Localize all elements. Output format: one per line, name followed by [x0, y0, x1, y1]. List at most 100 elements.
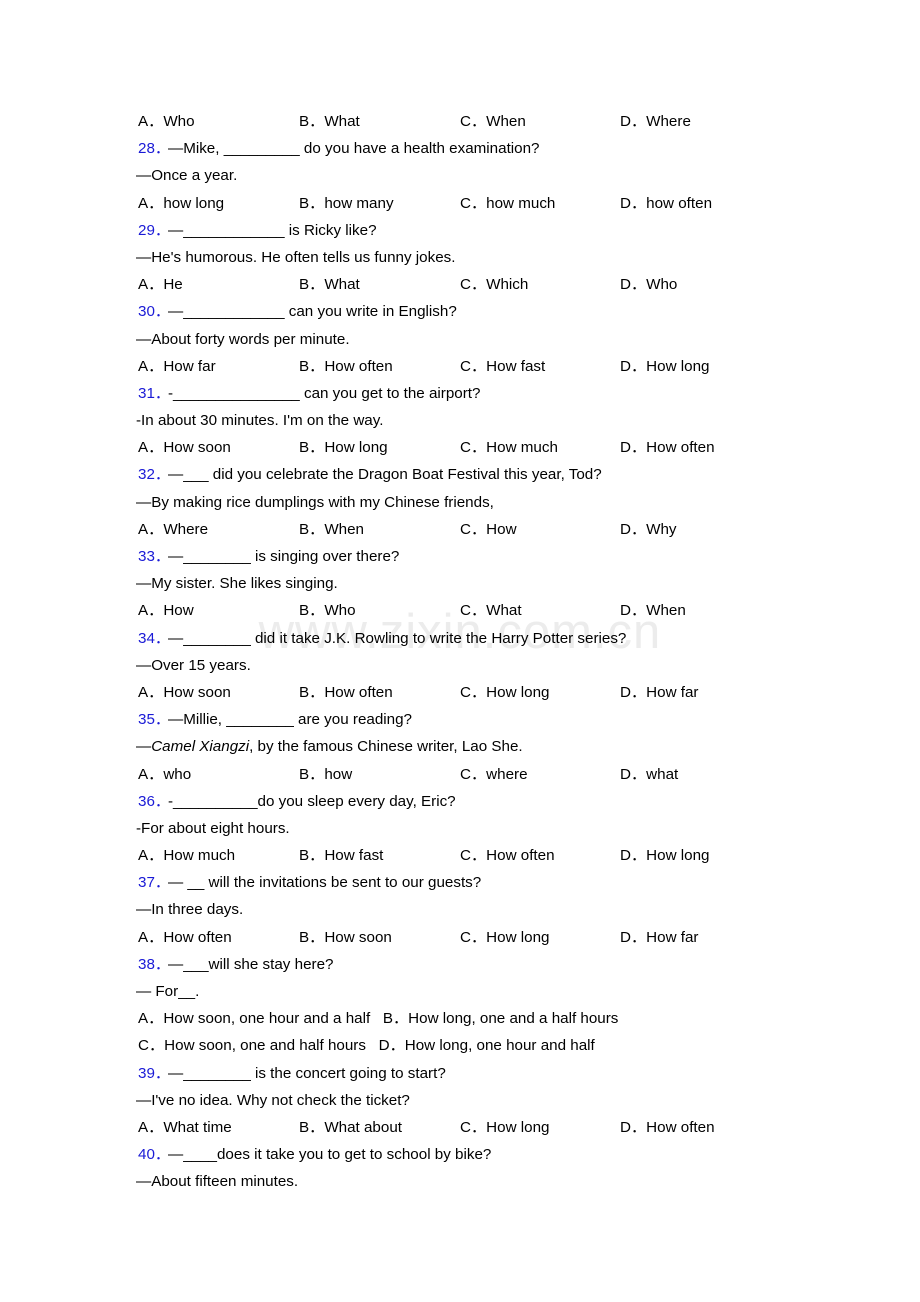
option-a: A．How soon — [138, 439, 231, 457]
question-reply: —In three days. — [136, 901, 244, 919]
question-number: 39． — [138, 1064, 171, 1082]
option-d: D．How often — [620, 1118, 715, 1136]
option-d: D．Who — [620, 276, 678, 294]
option-d: D．how often — [620, 194, 713, 212]
question-reply: —Over 15 years. — [136, 656, 251, 674]
question-stem: 30．—____________ can you write in Englis… — [0, 298, 920, 325]
option-a: A．What time — [138, 1118, 232, 1136]
question-stem: 33．—________ is singing over there? — [0, 543, 920, 570]
option-d: D．When — [620, 602, 686, 620]
options-row: A．how long B．how many C．how much D．how o… — [0, 190, 920, 217]
option-b: B．How often — [299, 357, 393, 375]
option-c: C．What — [460, 602, 522, 620]
reply-prefix: — — [136, 738, 152, 756]
option-a: A．how long — [138, 194, 225, 212]
option-c: C．how much — [460, 194, 556, 212]
question-text: —____________ can you write in English? — [168, 303, 457, 321]
options-row: A．How soon B．How long C．How much D．How o… — [0, 434, 920, 461]
question-reply: —Once a year. — [136, 167, 238, 185]
option-a: A．How soon — [138, 683, 231, 701]
option-b: B．What about — [299, 1118, 402, 1136]
option-b: B．How often — [299, 683, 393, 701]
option-d: D．Why — [620, 520, 677, 538]
question-text: —Mike, _________ do you have a health ex… — [168, 140, 540, 158]
options-row: A．Who B．What C．When D．Where — [0, 108, 920, 135]
question-text: — __ will the invitations be sent to our… — [168, 874, 482, 892]
question-text: —____________ is Ricky like? — [168, 221, 377, 239]
question-number: 33． — [138, 548, 171, 565]
option-a: A．Who — [138, 113, 195, 130]
option-d: D．How often — [620, 439, 715, 457]
question-reply: —About fifteen minutes. — [136, 1173, 299, 1191]
option-c: C．How — [460, 520, 517, 538]
option-b: B．Who — [299, 602, 356, 620]
question-reply: —He's humorous. He often tells us funny … — [136, 248, 456, 266]
option-a: A．How far — [138, 357, 216, 375]
question-stem: 31．-_______________ can you get to the a… — [0, 380, 920, 407]
options-row: A．who B．how C．where D．what — [0, 761, 920, 788]
question-number: 38． — [138, 955, 171, 973]
question-stem: 28．—Mike, _________ do you have a health… — [0, 135, 920, 162]
option-b: B．How fast — [299, 847, 384, 865]
options-row-cd: C．How soon, one and half hours D．How lon… — [138, 1037, 595, 1055]
option-a: A．How often — [138, 928, 232, 946]
options-row: A．How much B．How fast C．How often D．How … — [0, 842, 920, 869]
question-reply: —I've no idea. Why not check the ticket? — [136, 1091, 410, 1109]
question-reply: -For about eight hours. — [136, 819, 290, 837]
question-stem: 34．—________ did it take J.K. Rowling to… — [0, 625, 920, 652]
option-b: B．When — [299, 520, 364, 538]
question-text: —___ did you celebrate the Dragon Boat F… — [168, 466, 602, 484]
question-reply: —By making rice dumplings with my Chines… — [136, 493, 494, 511]
option-d: D．How long — [620, 847, 710, 865]
option-d: D．Where — [620, 113, 691, 130]
question-text: —________ did it take J.K. Rowling to wr… — [168, 629, 627, 647]
question-stem: 36．-__________do you sleep every day, Er… — [0, 788, 920, 815]
question-number: 36． — [138, 792, 171, 810]
question-stem: 37．— __ will the invitations be sent to … — [0, 869, 920, 896]
question-number: 35． — [138, 711, 171, 729]
option-d: D．How long — [620, 357, 710, 375]
option-d: D．How far — [620, 683, 699, 701]
option-c: C．When — [460, 113, 526, 130]
question-stem: 39．—________ is the concert going to sta… — [0, 1060, 920, 1087]
option-c: C．Which — [460, 276, 529, 294]
option-c: C．How often — [460, 847, 555, 865]
option-c: C．How long — [460, 683, 550, 701]
question-reply: —Camel Xiangzi, by the famous Chinese wr… — [0, 733, 920, 760]
question-number: 30． — [138, 303, 171, 321]
option-c: C．How long — [460, 1118, 550, 1136]
question-text: —________ is singing over there? — [168, 548, 400, 565]
document-page: A．Who B．What C．When D．Where 28．—Mike, __… — [0, 0, 920, 1196]
question-reply: -In about 30 minutes. I'm on the way. — [136, 412, 384, 430]
options-row: A．What time B．What about C．How long D．Ho… — [0, 1114, 920, 1141]
option-a: A．He — [138, 276, 183, 294]
options-row: A．He B．What C．Which D．Who — [0, 271, 920, 298]
options-row: A．How often B．How soon C．How long D．How … — [0, 924, 920, 951]
question-number: 34． — [138, 629, 171, 647]
question-reply: —My sister. She likes singing. — [136, 575, 338, 593]
option-d: D．what — [620, 765, 679, 783]
options-row: A．How B．Who C．What D．When — [0, 597, 920, 624]
option-c: C．where — [460, 765, 528, 783]
option-a: A．How much — [138, 847, 236, 865]
question-reply: — For__. — [136, 983, 200, 1000]
option-b: B．What — [299, 276, 360, 294]
question-number: 32． — [138, 466, 171, 484]
question-number: 31． — [138, 384, 171, 402]
question-text: -__________do you sleep every day, Eric? — [168, 792, 456, 810]
options-row: A．How soon B．How often C．How long D．How … — [0, 679, 920, 706]
options-row: A．How far B．How often C．How fast D．How l… — [0, 353, 920, 380]
question-stem: 32．—___ did you celebrate the Dragon Boa… — [0, 461, 920, 488]
reply-suffix: , by the famous Chinese writer, Lao She. — [249, 738, 523, 756]
question-text: —Millie, ________ are you reading? — [168, 711, 413, 729]
option-a: A．Where — [138, 520, 209, 538]
question-text: —___will she stay here? — [168, 955, 334, 973]
question-number: 28． — [138, 140, 171, 158]
question-number: 40． — [138, 1146, 171, 1164]
option-c: C．How much — [460, 439, 558, 457]
option-c: C．How long — [460, 928, 550, 946]
question-stem: 40．—____does it take you to get to schoo… — [0, 1141, 920, 1168]
option-b: B．how — [299, 765, 353, 783]
question-stem: 38．—___will she stay here? — [0, 951, 920, 978]
option-b: B．What — [299, 113, 360, 130]
